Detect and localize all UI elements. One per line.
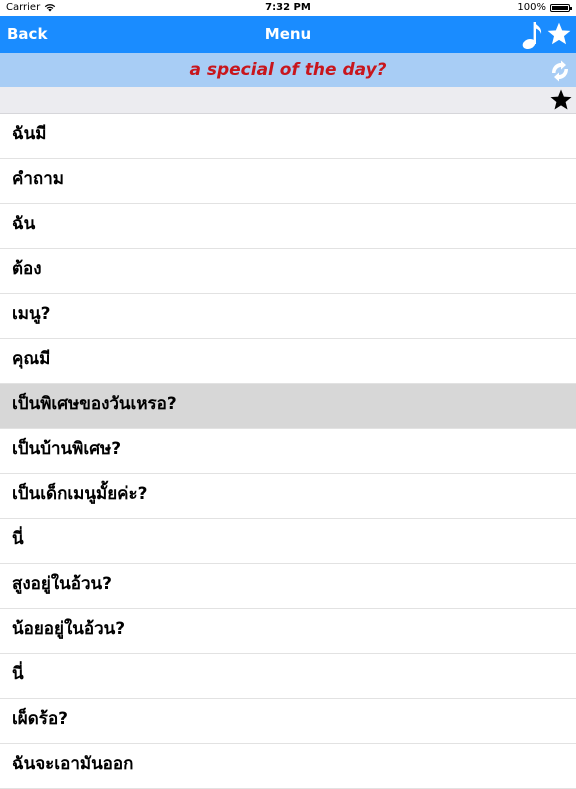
list-item-label: ฉัน: [12, 214, 36, 234]
list-item-label: นี่: [12, 664, 24, 684]
list-item-label: สูงอยู่ในอ้วน?: [12, 574, 113, 594]
battery-percent: 100%: [517, 2, 546, 13]
list-item[interactable]: น้อยอยู่ในอ้วน?: [0, 609, 576, 654]
status-right: 100%: [517, 2, 572, 13]
list-item[interactable]: ฉัน: [0, 204, 576, 249]
list-item-label: ฉันจะเอามันออก: [12, 754, 134, 774]
sub-toolbar: [0, 87, 576, 114]
list-item[interactable]: เผ็ดร้อ?: [0, 699, 576, 744]
status-time: 7:32 PM: [265, 2, 311, 13]
list-item[interactable]: ฉันจะเอามันออก: [0, 744, 576, 789]
list-item-label: เผ็ดร้อ?: [12, 709, 69, 729]
list-item-label: คุณมี: [12, 349, 51, 369]
navigation-bar: Back Menu: [0, 16, 576, 53]
english-phrase: a special of the day?: [189, 60, 387, 80]
list-item[interactable]: เป็นบ้านพิเศษ?: [0, 429, 576, 474]
list-item[interactable]: นี่: [0, 654, 576, 699]
battery-tip: [570, 6, 572, 10]
list-item[interactable]: เป็นพิเศษของวันเหรอ?: [0, 384, 576, 429]
phrase-list: ฉันมีคำถามฉันต้องเมนู? คุณมีเป็นพิเศษของว…: [0, 114, 576, 789]
phrase-bar: a special of the day?: [0, 53, 576, 87]
list-item[interactable]: นี่: [0, 519, 576, 564]
status-bar: Carrier 7:32 PM 100%: [0, 0, 576, 16]
list-item-label: คำถาม: [12, 169, 64, 189]
shuffle-icon[interactable]: [548, 59, 572, 83]
list-item-label: น้อยอยู่ในอ้วน?: [12, 619, 126, 639]
list-item-label: เป็นเด็กเมนูมั้ยค่ะ?: [12, 484, 148, 504]
list-item[interactable]: ต้อง: [0, 249, 576, 294]
list-item-label: เมนู?: [12, 304, 51, 324]
star-icon[interactable]: [546, 21, 572, 47]
list-item-label: ฉันมี: [12, 124, 47, 144]
list-item[interactable]: คุณมี: [0, 339, 576, 384]
music-note-icon[interactable]: [521, 20, 543, 50]
list-item[interactable]: สูงอยู่ในอ้วน?: [0, 564, 576, 609]
list-item-label: ต้อง: [12, 259, 42, 279]
list-item-label: เป็นพิเศษของวันเหรอ?: [12, 394, 177, 414]
list-item[interactable]: คำถาม: [0, 159, 576, 204]
battery-icon: [550, 3, 572, 12]
list-item[interactable]: เป็นเด็กเมนูมั้ยค่ะ?: [0, 474, 576, 519]
list-item-label: นี่: [12, 529, 24, 549]
star-icon[interactable]: [549, 88, 573, 112]
battery-level: [552, 5, 568, 10]
back-button[interactable]: Back: [7, 16, 47, 53]
list-item[interactable]: เมนู?: [0, 294, 576, 339]
list-item[interactable]: ฉันมี: [0, 114, 576, 159]
list-item-label: เป็นบ้านพิเศษ?: [12, 439, 122, 459]
page-title: Menu: [264, 25, 312, 43]
